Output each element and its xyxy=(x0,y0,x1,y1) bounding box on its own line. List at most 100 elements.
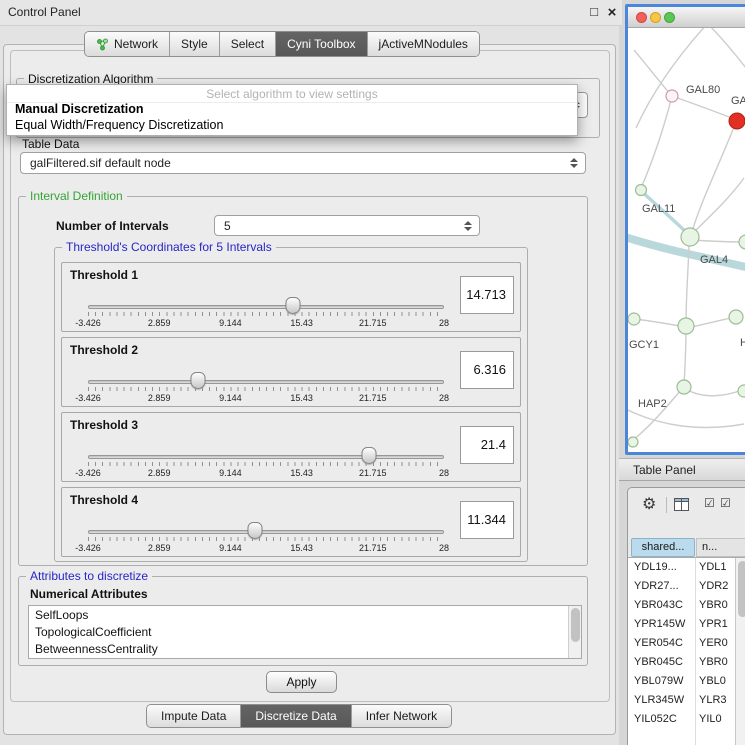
network-node[interactable] xyxy=(739,235,745,249)
tab-jactivemnodules[interactable]: jActiveMNodules xyxy=(367,32,479,56)
list-scrollbar[interactable] xyxy=(568,606,581,658)
threshold-slider[interactable]: -3.426 2.859 9.144 15.43 21.715 28 xyxy=(88,297,444,329)
cell-shared-name[interactable]: YBR043C xyxy=(634,599,683,611)
cell-name[interactable]: YBR0 xyxy=(699,599,728,611)
tab-style[interactable]: Style xyxy=(169,32,219,56)
tab-select[interactable]: Select xyxy=(219,32,275,56)
table-row[interactable]: YBR045C YBR0 xyxy=(628,653,735,672)
cell-name[interactable]: YBL0 xyxy=(699,675,726,687)
threshold-value-field[interactable]: 11.344 xyxy=(460,501,514,539)
network-graph: GAL80 GA GAL11 GAL4 GCY1 H HAP2 xyxy=(628,28,745,452)
column-header-shared-name[interactable]: shared... xyxy=(631,538,695,557)
table-data-select[interactable]: galFiltered.sif default node xyxy=(20,152,586,174)
scrollbar-thumb[interactable] xyxy=(738,561,745,617)
tab-cyni-toolbox[interactable]: Cyni Toolbox xyxy=(275,32,366,56)
node-label: GAL80 xyxy=(686,84,720,96)
table-row[interactable]: YIL052C YIL0 xyxy=(628,710,735,729)
slider-track[interactable] xyxy=(88,380,444,384)
tab-discretize-data[interactable]: Discretize Data xyxy=(240,705,350,727)
list-item[interactable]: TopologicalCoefficient xyxy=(35,625,152,639)
network-node[interactable] xyxy=(636,185,647,196)
network-node[interactable] xyxy=(729,310,743,324)
threshold-slider[interactable]: -3.426 2.859 9.144 15.43 21.715 28 xyxy=(88,522,444,554)
control-panel-titlebar: Control Panel □ × xyxy=(0,0,622,26)
tab-network[interactable]: Network xyxy=(85,32,169,56)
cell-shared-name[interactable]: YER054C xyxy=(634,637,683,649)
scale-label: 2.859 xyxy=(148,543,171,553)
cell-shared-name[interactable]: YDR27... xyxy=(634,580,679,592)
network-node[interactable] xyxy=(628,437,638,447)
float-window-icon[interactable]: □ xyxy=(586,4,602,22)
list-item[interactable]: SelfLoops xyxy=(35,608,88,622)
threshold-value-field[interactable]: 6.316 xyxy=(460,351,514,389)
screen: Control Panel □ × Network Style Select C… xyxy=(0,0,745,745)
slider-scale: -3.426 2.859 9.144 15.43 21.715 28 xyxy=(88,318,444,329)
slider-ticks xyxy=(88,312,444,316)
minimize-traffic-light-icon[interactable] xyxy=(650,12,661,23)
cell-name[interactable]: YER0 xyxy=(699,637,728,649)
network-view-window[interactable]: GAL80 GA GAL11 GAL4 GCY1 H HAP2 xyxy=(625,4,745,455)
spinner-arrows-icon xyxy=(464,221,472,231)
network-node[interactable] xyxy=(666,90,678,102)
cell-name[interactable]: YBR0 xyxy=(699,656,728,668)
cell-shared-name[interactable]: YLR345W xyxy=(634,694,684,706)
tab-label: jActiveMNodules xyxy=(379,37,468,51)
network-node[interactable] xyxy=(738,385,745,397)
slider-track[interactable] xyxy=(88,305,444,309)
network-canvas[interactable]: GAL80 GA GAL11 GAL4 GCY1 H HAP2 xyxy=(628,28,745,452)
columns-icon[interactable] xyxy=(674,498,689,514)
network-node[interactable] xyxy=(678,318,694,334)
cell-shared-name[interactable]: YDL19... xyxy=(634,561,677,573)
table-row[interactable]: YDR27... YDR2 xyxy=(628,577,735,596)
gear-icon[interactable]: ⚙ xyxy=(642,494,656,514)
list-item[interactable]: BetweennessCentrality xyxy=(35,642,158,656)
cell-shared-name[interactable]: YBL079W xyxy=(634,675,684,687)
scale-label: -3.426 xyxy=(75,393,101,403)
threshold-slider[interactable]: -3.426 2.859 9.144 15.43 21.715 28 xyxy=(88,447,444,479)
table-header-row: shared... n... xyxy=(628,537,745,558)
column-header-name[interactable]: n... xyxy=(696,538,745,557)
table-row[interactable]: YPR145W YPR1 xyxy=(628,615,735,634)
tab-infer-network[interactable]: Infer Network xyxy=(351,705,451,727)
dropdown-option-equal-width-frequency[interactable]: Equal Width/Frequency Discretization xyxy=(15,118,223,132)
close-icon[interactable]: × xyxy=(604,4,620,22)
table-row[interactable]: YLR345W YLR3 xyxy=(628,691,735,710)
threshold-value-field[interactable]: 14.713 xyxy=(460,276,514,314)
slider-track[interactable] xyxy=(88,455,444,459)
network-node[interactable] xyxy=(681,228,699,246)
threshold-row: Threshold 3 -3.426 2.859 9.144 15.43 21.… xyxy=(61,412,521,482)
threshold-slider[interactable]: -3.426 2.859 9.144 15.43 21.715 28 xyxy=(88,372,444,404)
number-of-intervals-select[interactable]: 5 xyxy=(214,215,480,236)
dropdown-option-manual-discretization[interactable]: Manual Discretization xyxy=(15,102,144,116)
threshold-value-field[interactable]: 21.4 xyxy=(460,426,514,464)
cell-name[interactable]: YDL1 xyxy=(699,561,727,573)
cell-shared-name[interactable]: YPR145W xyxy=(634,618,685,630)
cell-name[interactable]: YPR1 xyxy=(699,618,728,630)
table-row[interactable]: YDL19... YDL1 xyxy=(628,558,735,577)
slider-track[interactable] xyxy=(88,530,444,534)
network-node[interactable] xyxy=(628,313,640,325)
cell-name[interactable]: YDR2 xyxy=(699,580,728,592)
scale-label: 9.144 xyxy=(219,393,242,403)
table-row[interactable]: YER054C YER0 xyxy=(628,634,735,653)
cell-shared-name[interactable]: YBR045C xyxy=(634,656,683,668)
table-scrollbar[interactable] xyxy=(735,558,745,745)
node-label: HAP2 xyxy=(638,398,667,410)
close-traffic-light-icon[interactable] xyxy=(636,12,647,23)
tab-impute-data[interactable]: Impute Data xyxy=(147,705,240,727)
selected-network-node[interactable] xyxy=(729,113,745,129)
select-all-checkbox-icon[interactable]: ☑ xyxy=(704,496,715,510)
network-node[interactable] xyxy=(677,380,691,394)
apply-button[interactable]: Apply xyxy=(266,671,337,693)
tab-label: Select xyxy=(231,37,264,51)
table-row[interactable]: YBL079W YBL0 xyxy=(628,672,735,691)
cell-name[interactable]: YIL0 xyxy=(699,713,722,725)
table-row[interactable]: YBR043C YBR0 xyxy=(628,596,735,615)
scrollbar-thumb[interactable] xyxy=(571,608,580,642)
cell-name[interactable]: YLR3 xyxy=(699,694,727,706)
scale-label: 15.43 xyxy=(290,543,313,553)
network-icon xyxy=(96,38,109,51)
select-none-checkbox-icon[interactable]: ☑ xyxy=(720,496,731,510)
cell-shared-name[interactable]: YIL052C xyxy=(634,713,677,725)
zoom-traffic-light-icon[interactable] xyxy=(664,12,675,23)
